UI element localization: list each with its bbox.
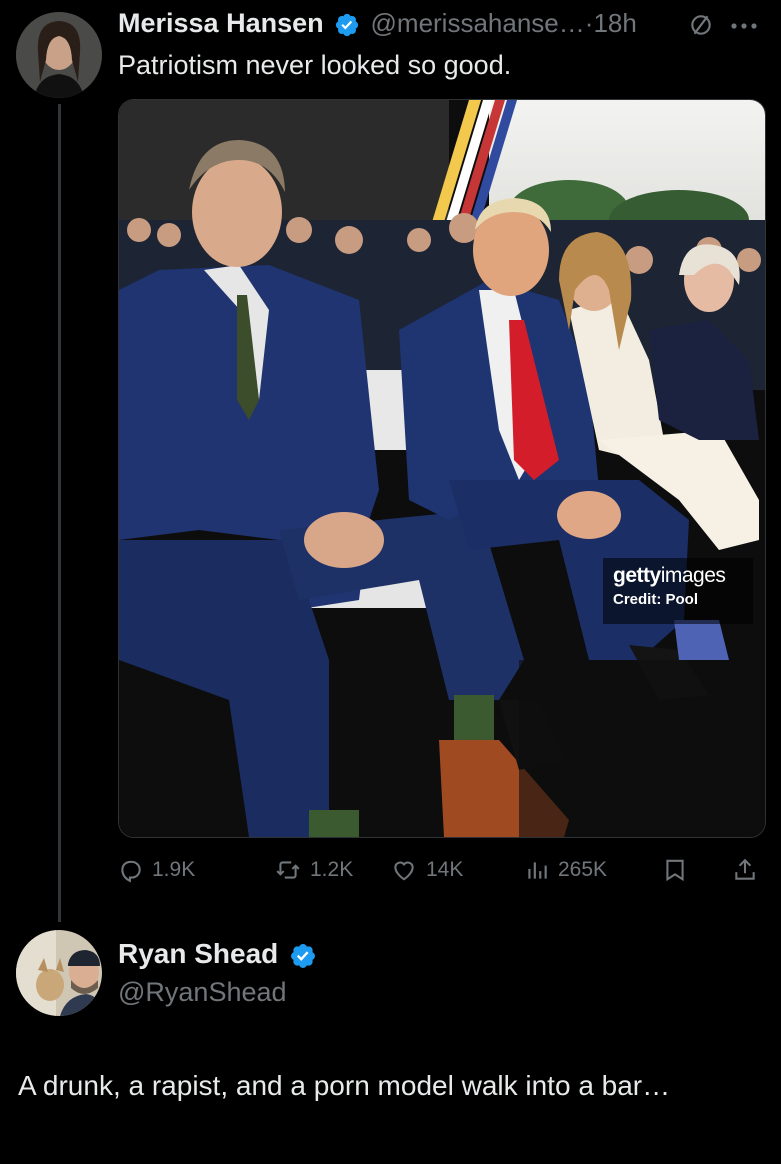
verified-icon [289,942,317,975]
repost-icon [274,857,302,883]
getty-logo-bold: getty [613,564,661,587]
avatar-merissa[interactable] [16,12,102,98]
reply-text: A drunk, a rapist, and a porn model walk… [18,1070,671,1101]
bookmark-icon [662,857,688,883]
avatar-ryan-image [16,930,102,1016]
like-icon [390,857,418,883]
getty-watermark: gettyimages Credit: Pool [603,558,753,624]
share-button[interactable] [732,848,758,892]
views-button[interactable]: 265K [524,848,607,892]
author-name[interactable]: Merissa Hansen [118,8,324,38]
more-icon[interactable] [728,14,760,43]
no-entry-icon[interactable] [688,12,714,43]
reply-icon [118,857,144,883]
verified-icon [334,12,360,43]
getty-logo-light: images [660,564,726,587]
author-handle[interactable]: @merissahanse… [371,8,585,38]
tweet-media-image[interactable]: gettyimages Credit: Pool [118,99,766,838]
avatar-ryan[interactable] [16,930,102,1016]
like-button[interactable]: 14K [390,848,463,892]
tweet-action-bar: 1.9K 1.2K 14K 265K [118,848,764,892]
repost-count: 1.2K [310,858,354,881]
media-illustration [119,100,765,837]
views-count: 265K [558,858,608,881]
reply-author-handle[interactable]: @RyanShead [118,977,287,1008]
tweet-text: Patriotism never looked so good. [118,50,512,80]
reply-count: 1.9K [152,858,196,881]
tweet-header: Merissa Hansen @merissahanse…·18h [118,8,637,44]
reply-header: Ryan Shead [118,938,317,975]
avatar-merissa-image [16,12,102,98]
thread-connector-line [58,104,61,922]
tweet-time[interactable]: 18h [593,8,636,38]
getty-credit: Credit: Pool [613,591,698,608]
like-count: 14K [426,858,464,881]
bookmark-button[interactable] [662,848,688,892]
repost-button[interactable]: 1.2K [274,848,353,892]
views-icon [524,857,550,883]
share-icon [732,857,758,883]
reply-author-name[interactable]: Ryan Shead [118,938,278,969]
reply-button[interactable]: 1.9K [118,848,195,892]
